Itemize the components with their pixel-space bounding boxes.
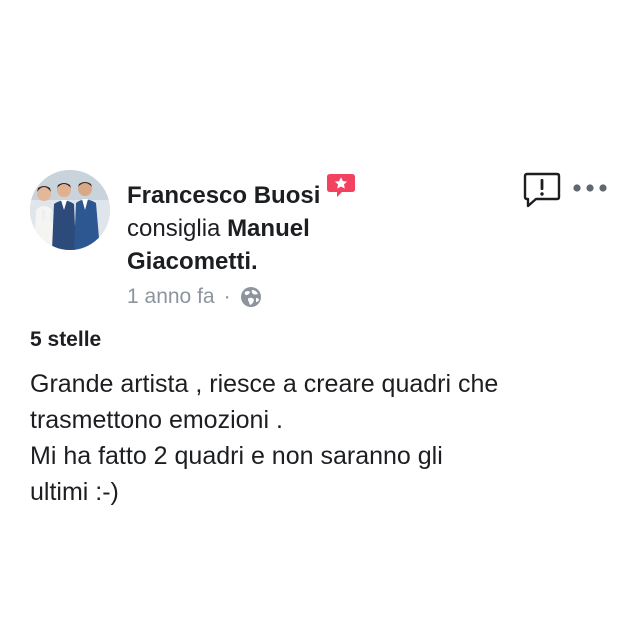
review-line: trasmettono emozioni . [30,406,283,434]
review-text: Grande artista , riesce a creare quadri … [30,366,620,510]
globe-icon [240,286,262,308]
action-text: consiglia [127,215,221,242]
avatar-photo [30,170,110,250]
post-header: Francesco Buosi consiglia Manuel Giacome… [127,172,497,278]
review-line: ultimi :-) [30,478,119,506]
target-name-part1[interactable]: Manuel [227,215,310,242]
report-icon[interactable] [522,170,562,210]
timestamp[interactable]: 1 anno fa [127,285,215,309]
review-line: Mi ha fatto 2 quadri e non saranno gli [30,442,443,470]
meta-separator: · [223,285,231,308]
post-meta: 1 anno fa · [127,285,262,309]
author-name[interactable]: Francesco Buosi [127,182,320,209]
target-name-part2[interactable]: Giacometti. [127,248,258,275]
review-rating: 5 stelle [30,328,102,351]
recommendation-post: Francesco Buosi consiglia Manuel Giacome… [0,0,640,640]
avatar[interactable] [30,170,110,250]
more-options-icon[interactable] [572,180,608,196]
review-line: Grande artista , riesce a creare quadri … [30,370,499,398]
recommendation-star-icon [326,172,356,199]
